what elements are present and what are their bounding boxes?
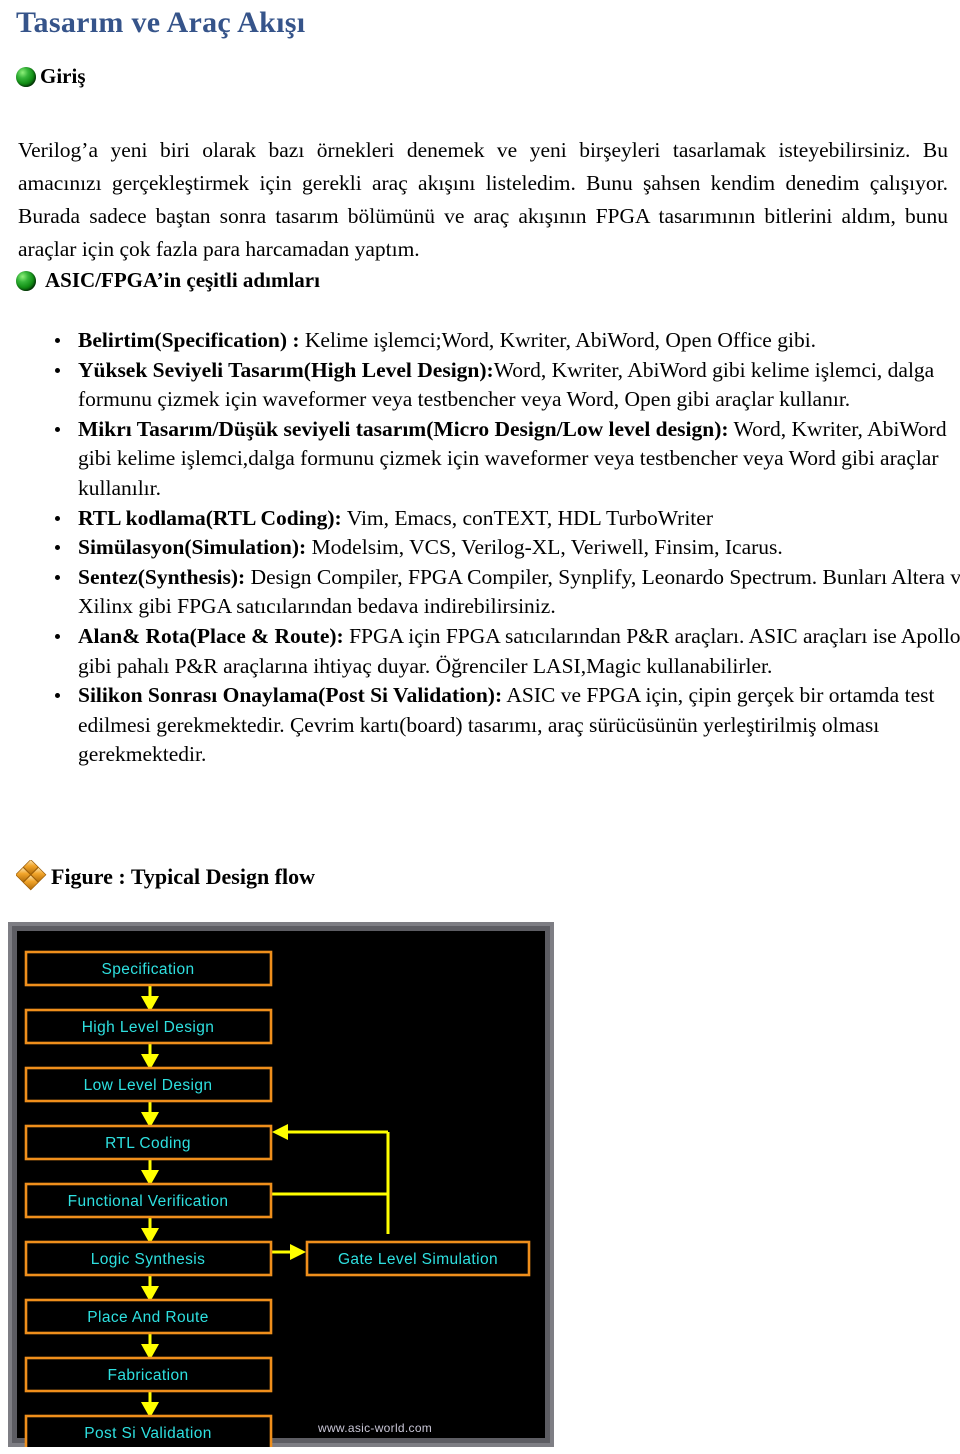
page-title: Tasarım ve Araç Akışı [16,6,306,39]
design-step-term: Alan& Rota(Place & Route): [78,623,344,648]
green-sphere-icon [16,66,36,87]
section-heading-giris: Giriş [16,64,86,89]
design-steps-list: Belirtim(Specification) : Kelime işlemci… [40,326,960,770]
typical-design-flow-diagram: Specification High Level Design Low Leve… [8,922,554,1447]
design-step-term: RTL kodlama(RTL Coding): [78,505,342,530]
flow-node-label: Post Si Validation [84,1425,212,1442]
design-step-item: Belirtim(Specification) : Kelime işlemci… [55,326,960,356]
flow-node-label: Functional Verification [68,1193,229,1210]
document-page: Tasarım ve Araç Akışı Giriş Verilog’a ye… [0,0,960,1454]
flow-node-label: Logic Synthesis [91,1251,206,1268]
design-step-item: Simülasyon(Simulation): Modelsim, VCS, V… [55,533,960,563]
design-step-item: Yüksek Seviyeli Tasarım(High Level Desig… [55,356,960,415]
design-step-description: Kelime işlemci;Word, Kwriter, AbiWord, O… [299,328,817,352]
flow-node-label: Gate Level Simulation [338,1251,498,1268]
flow-node-label: RTL Coding [105,1135,191,1152]
design-step-term: Belirtim(Specification) : [78,328,300,352]
design-step-term: Silikon Sonrası Onaylama(Post Si Validat… [78,683,503,708]
figure-watermark: www.asic-world.com [317,1421,432,1435]
intro-paragraph: Verilog’a yeni biri olarak bazı örnekler… [18,137,948,261]
design-step-term: Simülasyon(Simulation): [78,535,307,560]
design-step-item: Mikrı Tasarım/Düşük seviyeli tasarım(Mic… [55,415,960,504]
design-step-term: Yüksek Seviyeli Tasarım(High Level Desig… [78,357,494,382]
design-step-term: Mikrı Tasarım/Düşük seviyeli tasarım(Mic… [78,416,729,441]
green-sphere-icon [16,270,36,291]
design-step-description: Vim, Emacs, conTEXT, HDL TurboWriter [341,505,713,530]
section-heading-label: ASIC/FPGA’in çeşitli adımları [45,268,320,292]
figure-caption: Figure : Typical Design flow [15,859,315,894]
flow-node-label: Low Level Design [84,1077,213,1094]
flow-node-label: High Level Design [82,1019,215,1036]
diamond-cluster-icon [15,859,50,894]
design-step-term: Sentez(Synthesis): [78,564,246,589]
figure-caption-label: Figure : Typical Design flow [51,864,315,889]
design-step-item: Silikon Sonrası Onaylama(Post Si Validat… [55,681,960,770]
design-step-item: RTL kodlama(RTL Coding): Vim, Emacs, con… [55,504,960,534]
flow-node-label: Place And Route [87,1309,208,1326]
flow-node-label: Specification [101,961,194,978]
design-step-item: Sentez(Synthesis): Design Compiler, FPGA… [55,563,960,622]
section-heading-steps: ASIC/FPGA’in çeşitli adımları [16,268,320,293]
section-heading-label: Giriş [40,64,86,88]
design-step-item: Alan& Rota(Place & Route): FPGA için FPG… [55,622,960,681]
design-step-description: Modelsim, VCS, Verilog-XL, Veriwell, Fin… [306,535,783,560]
flow-node-label: Fabrication [107,1367,188,1384]
